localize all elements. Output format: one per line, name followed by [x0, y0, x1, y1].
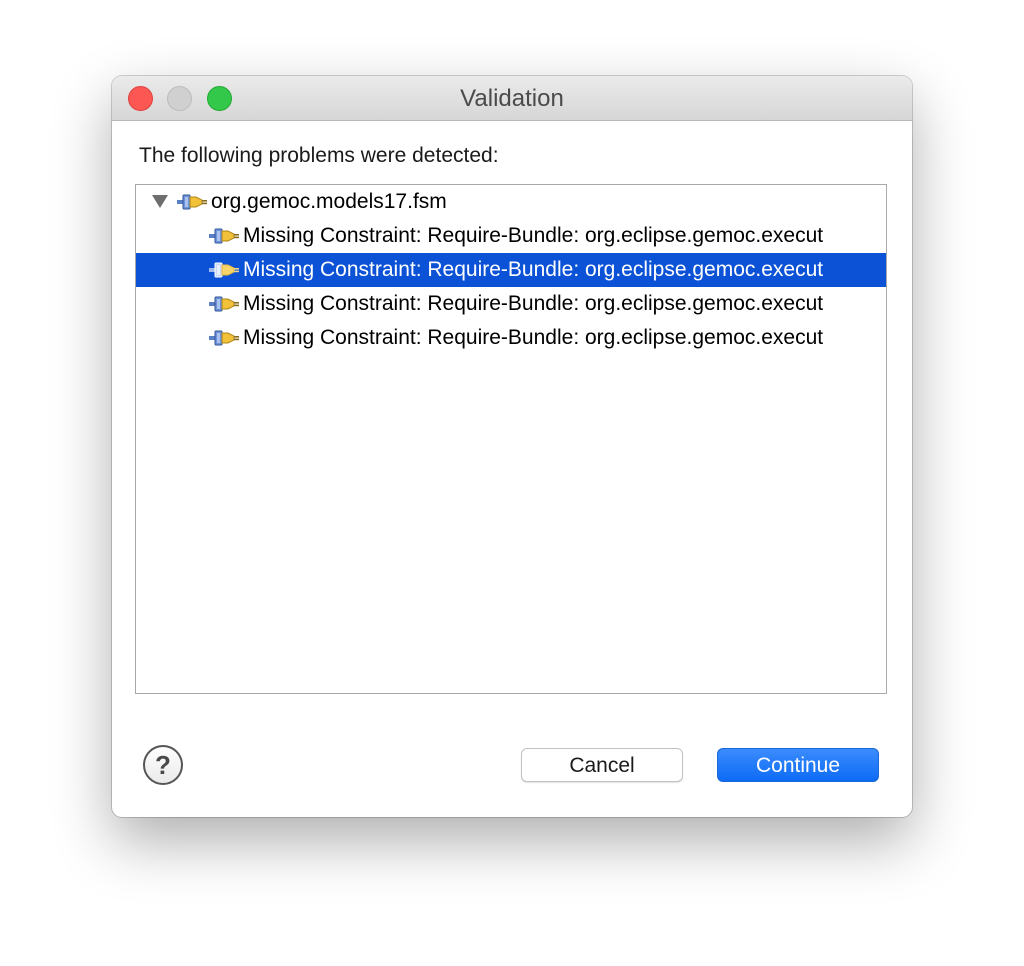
problems-tree[interactable]: org.gemoc.models17.fsm Missing Constrain…: [135, 184, 887, 694]
zoom-window-button[interactable]: [207, 86, 232, 111]
plugin-icon: [209, 228, 239, 244]
tree-child-row[interactable]: Missing Constraint: Require-Bundle: org.…: [136, 287, 886, 321]
disclosure-triangle-icon[interactable]: [152, 195, 168, 208]
plugin-icon: [209, 262, 239, 278]
title-bar[interactable]: Validation: [112, 76, 912, 121]
tree-root-row[interactable]: org.gemoc.models17.fsm: [136, 185, 886, 219]
tree-child-label: Missing Constraint: Require-Bundle: org.…: [243, 258, 824, 281]
tree-child-row[interactable]: Missing Constraint: Require-Bundle: org.…: [136, 321, 886, 355]
validation-dialog: Validation The following problems were d…: [112, 76, 912, 817]
tree-child-label: Missing Constraint: Require-Bundle: org.…: [243, 292, 824, 315]
plugin-icon: [209, 296, 239, 312]
tree-child-row[interactable]: Missing Constraint: Require-Bundle: org.…: [136, 219, 886, 253]
window-title: Validation: [460, 85, 564, 112]
plugin-icon: [209, 330, 239, 346]
plugin-icon: [177, 194, 207, 210]
tree-child-label: Missing Constraint: Require-Bundle: org.…: [243, 224, 824, 247]
help-button[interactable]: ?: [143, 745, 183, 785]
minimize-window-button: [167, 86, 192, 111]
cancel-button[interactable]: Cancel: [521, 748, 683, 782]
tree-root-label: org.gemoc.models17.fsm: [211, 190, 447, 213]
tree-child-label: Missing Constraint: Require-Bundle: org.…: [243, 326, 824, 349]
tree-child-row-selected[interactable]: Missing Constraint: Require-Bundle: org.…: [136, 253, 886, 287]
problems-prompt: The following problems were detected:: [139, 144, 499, 167]
continue-button[interactable]: Continue: [717, 748, 879, 782]
close-window-button[interactable]: [128, 86, 153, 111]
